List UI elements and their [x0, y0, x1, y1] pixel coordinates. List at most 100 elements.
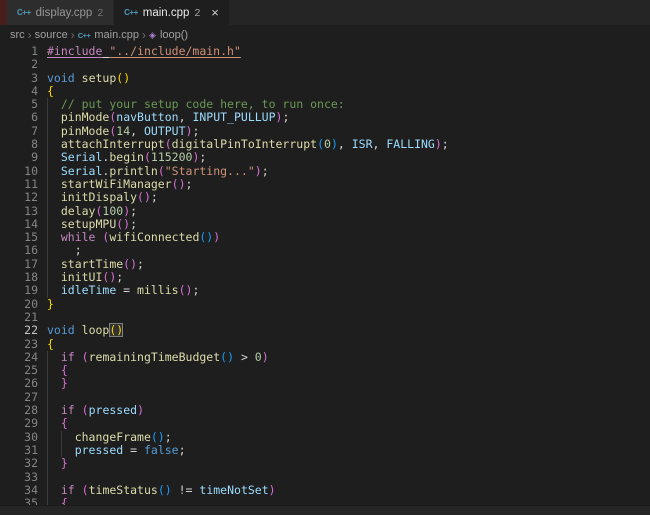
code-token: [47, 270, 61, 284]
code-line[interactable]: 1#include "../include/main.h": [0, 45, 650, 58]
code-line[interactable]: 31 pressed = false;: [0, 444, 650, 457]
code-token: pressed: [89, 403, 137, 417]
code-line[interactable]: 18 initUI();: [0, 271, 650, 284]
code-line[interactable]: 6 pinMode(navButton, INPUT_PULLUP);: [0, 111, 650, 124]
line-number: 13: [0, 205, 38, 218]
code-token: (: [82, 350, 89, 364]
chevron-right-icon: ›: [142, 28, 146, 42]
code-token: timeNotSet: [199, 483, 268, 497]
code-line[interactable]: 2: [0, 58, 650, 71]
breadcrumb-item-source[interactable]: source: [35, 29, 68, 41]
code-line[interactable]: 30 changeFrame();: [0, 431, 650, 444]
code-token: [47, 376, 61, 390]
code-token: [47, 137, 61, 151]
line-number: 33: [0, 471, 38, 484]
code-line[interactable]: 22void loop(): [0, 324, 650, 337]
tab-display-cpp[interactable]: C++ display.cpp 2: [7, 0, 114, 25]
line-content: {: [47, 364, 68, 377]
code-token: 0: [255, 350, 262, 364]
code-token: ): [137, 403, 144, 417]
panel-edge: [0, 505, 650, 515]
breadcrumb-item-loop[interactable]: ◈ loop(): [149, 29, 188, 41]
tab-badge: 2: [194, 7, 200, 19]
code-line[interactable]: 15 while (wifiConnected()): [0, 231, 650, 244]
code-line[interactable]: 10 Serial.println("Starting...");: [0, 165, 650, 178]
line-content: }: [47, 298, 54, 311]
code-line[interactable]: 16 ;: [0, 244, 650, 257]
code-line[interactable]: 24 if (remainingTimeBudget() > 0): [0, 351, 650, 364]
indent-guide: [61, 444, 62, 457]
code-line[interactable]: 21: [0, 311, 650, 324]
code-token: setupMPU: [61, 217, 116, 231]
code-token: ;: [137, 257, 144, 271]
line-content: pinMode(14, OUTPUT);: [47, 125, 199, 138]
code-token: [47, 403, 61, 417]
code-token: startWiFiManager: [61, 177, 172, 191]
code-token: ;: [130, 204, 137, 218]
code-token: (): [179, 283, 193, 297]
code-line[interactable]: 8 attachInterrupt(digitalPinToInterrupt(…: [0, 138, 650, 151]
code-token: (): [116, 217, 130, 231]
code-token: pinMode: [61, 110, 109, 124]
line-content: idleTime = millis();: [47, 284, 199, 297]
indent-guide: [47, 231, 48, 244]
code-line[interactable]: 7 pinMode(14, OUTPUT);: [0, 125, 650, 138]
code-token: ;: [116, 270, 123, 284]
code-token: {: [47, 337, 54, 351]
line-number: 34: [0, 484, 38, 497]
code-line[interactable]: 23{: [0, 338, 650, 351]
code-line[interactable]: 5 // put your setup code here, to run on…: [0, 98, 650, 111]
code-line[interactable]: 3void setup(): [0, 72, 650, 85]
code-line[interactable]: 9 Serial.begin(115200);: [0, 151, 650, 164]
code-line[interactable]: 4{: [0, 85, 650, 98]
code-token: (): [151, 430, 165, 444]
code-line[interactable]: 20}: [0, 298, 650, 311]
breadcrumb-item-main-cpp[interactable]: C++ main.cpp: [78, 29, 139, 41]
line-number: 22: [0, 324, 38, 337]
code-token: ;: [186, 177, 193, 191]
line-number: 19: [0, 284, 38, 297]
code-line[interactable]: 29 {: [0, 417, 650, 430]
code-line[interactable]: 27: [0, 391, 650, 404]
code-token: if: [61, 483, 75, 497]
code-line[interactable]: 28 if (pressed): [0, 404, 650, 417]
code-token: [47, 456, 61, 470]
code-token: (: [82, 483, 89, 497]
code-line[interactable]: 33: [0, 471, 650, 484]
code-token: {: [47, 84, 54, 98]
code-line[interactable]: 26 }: [0, 377, 650, 390]
code-line[interactable]: 11 startWiFiManager();: [0, 178, 650, 191]
code-token: [75, 350, 82, 364]
indent-guide: [47, 111, 48, 124]
code-token: digitalPinToInterrupt: [172, 137, 317, 151]
code-token: (): [116, 71, 130, 85]
code-token: begin: [109, 150, 144, 164]
line-content: setupMPU();: [47, 218, 137, 231]
line-content: {: [47, 417, 68, 430]
code-line[interactable]: 19 idleTime = millis();: [0, 284, 650, 297]
code-editor[interactable]: 1#include "../include/main.h"23void setu…: [0, 45, 650, 515]
tab-main-cpp[interactable]: C++ main.cpp 2 ×: [114, 0, 230, 25]
close-icon[interactable]: ×: [211, 6, 219, 19]
code-token: [47, 363, 61, 377]
code-line[interactable]: 13 delay(100);: [0, 205, 650, 218]
code-line[interactable]: 32 }: [0, 457, 650, 470]
code-line[interactable]: 17 startTime();: [0, 258, 650, 271]
line-content: if (remainingTimeBudget() > 0): [47, 351, 269, 364]
line-number: 16: [0, 244, 38, 257]
line-content: pressed = false;: [47, 444, 186, 457]
code-token: [47, 164, 61, 178]
chevron-right-icon: ›: [71, 28, 75, 42]
code-line[interactable]: 25 {: [0, 364, 650, 377]
code-line[interactable]: 34 if (timeStatus() != timeNotSet): [0, 484, 650, 497]
code-line[interactable]: 12 initDispaly();: [0, 191, 650, 204]
line-content: #include "../include/main.h": [47, 45, 241, 58]
line-content: changeFrame();: [47, 431, 172, 444]
line-number: 28: [0, 404, 38, 417]
line-content: Serial.println("Starting...");: [47, 165, 269, 178]
code-token: "../include/main.h": [109, 45, 241, 58]
code-line[interactable]: 14 setupMPU();: [0, 218, 650, 231]
breadcrumb-item-src[interactable]: src: [10, 29, 25, 41]
code-token: OUTPUT: [144, 124, 186, 138]
indent-guide: [61, 431, 62, 444]
